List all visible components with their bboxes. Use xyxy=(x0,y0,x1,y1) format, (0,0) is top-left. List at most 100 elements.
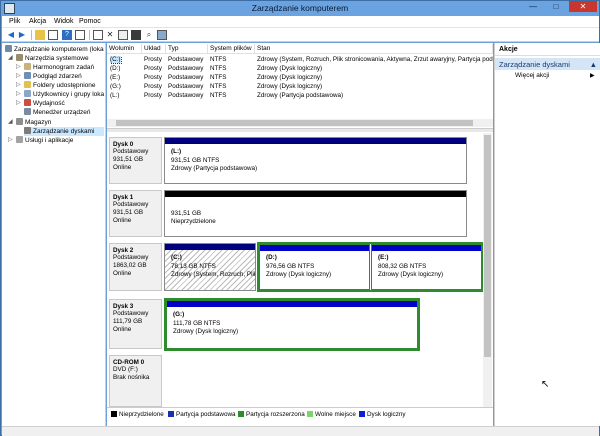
partition-unallocated[interactable]: 931,51 GB Nieprzydzielone xyxy=(164,190,467,237)
expand-icon[interactable]: ▷ xyxy=(16,63,21,72)
collapse-icon[interactable]: ◢ xyxy=(8,54,13,63)
disk-icon[interactable] xyxy=(118,30,128,40)
column-header-filesystem[interactable]: System plików xyxy=(208,44,255,54)
column-header-layout[interactable]: Układ xyxy=(142,44,166,54)
menu-action[interactable]: Akcja xyxy=(29,18,46,25)
submenu-arrow-icon[interactable]: ▶ xyxy=(590,72,595,79)
tree-item-system-tools[interactable]: Narzędzia systemowe xyxy=(16,54,89,63)
expand-icon[interactable]: ▷ xyxy=(16,81,21,90)
extended-partition[interactable]: (G:) 111,78 GB NTFS Zdrowy (Dysk logiczn… xyxy=(164,298,420,351)
volume-fs: NTFS xyxy=(210,74,227,81)
volume-list: Wolumin Układ Typ System plików Stan (C:… xyxy=(107,43,493,119)
disk-state: Online xyxy=(113,164,132,171)
volume-status: Zdrowy (Dysk logiczny) xyxy=(257,65,323,72)
partition-label: (C:) xyxy=(171,254,182,261)
legend-swatch xyxy=(307,411,313,417)
expand-icon[interactable]: ▷ xyxy=(16,99,21,108)
tree-item-performance[interactable]: Wydajność xyxy=(24,99,65,108)
partition-label: (G:) xyxy=(173,311,185,318)
disk-info-cdrom[interactable]: CD-ROM 0 DVD (F:) Brak nośnika xyxy=(109,355,162,407)
folder-icon[interactable] xyxy=(131,30,141,40)
delete-icon[interactable]: ✕ xyxy=(105,30,115,40)
clock-icon xyxy=(24,63,31,70)
toolbar-separator xyxy=(31,30,32,40)
extended-partition[interactable]: (D:) 976,56 GB NTFS Zdrowy (Dysk logiczn… xyxy=(257,242,484,292)
disk-view-vertical-scrollbar[interactable] xyxy=(483,133,492,407)
disk-type: Podstawowy xyxy=(113,148,149,155)
partition-status: Zdrowy (Dysk logiczny) xyxy=(266,271,332,278)
computer-icon xyxy=(5,45,12,52)
back-icon[interactable]: ◀ xyxy=(6,30,16,40)
maximize-button[interactable]: □ xyxy=(546,1,566,12)
volume-row[interactable]: (L:) Prosty Podstawowy NTFS Zdrowy (Part… xyxy=(107,92,493,100)
volume-fs: NTFS xyxy=(210,83,227,90)
expand-icon[interactable]: ▷ xyxy=(16,90,21,99)
partition-color-bar xyxy=(372,245,481,251)
tree-item-users-groups[interactable]: Użytkownicy i grupy loka xyxy=(24,90,104,99)
page-icon[interactable] xyxy=(93,30,103,40)
volume-name: (L:) xyxy=(110,92,120,99)
partition-label: (L:) xyxy=(171,148,182,155)
volume-row[interactable]: (G:) Prosty Podstawowy NTFS Zdrowy (Dysk… xyxy=(107,83,493,91)
tree-item-disk-management[interactable]: Zarządzanie dyskami xyxy=(24,127,104,136)
disk-info-0[interactable]: Dysk 0 Podstawowy 931,51 GB Online xyxy=(109,137,162,184)
collapse-icon[interactable]: ◢ xyxy=(8,118,13,127)
event-viewer-icon xyxy=(24,72,31,79)
pane-splitter[interactable] xyxy=(107,128,493,132)
disk-info-2[interactable]: Dysk 2 Podstawowy 1863,02 GB Online xyxy=(109,243,162,291)
expand-icon[interactable]: ▷ xyxy=(16,72,21,81)
legend-swatch xyxy=(238,411,244,417)
volume-row[interactable]: (E:) Prosty Podstawowy NTFS Zdrowy (Dysk… xyxy=(107,74,493,82)
disk-management-panel: Wolumin Układ Typ System plików Stan (C:… xyxy=(107,43,493,426)
tree-item-services-apps[interactable]: Usługi i aplikacje xyxy=(16,136,73,145)
volume-type: Podstawowy xyxy=(168,92,204,99)
view-icon[interactable] xyxy=(157,30,167,40)
scrollbar-thumb[interactable] xyxy=(484,135,491,357)
disk-type: Podstawowy xyxy=(113,254,149,261)
partition-label: (E:) xyxy=(378,254,389,261)
title-bar: Zarządzanie komputerem — □ ✕ xyxy=(1,1,599,16)
users-icon xyxy=(24,90,31,97)
services-icon xyxy=(16,136,23,143)
tree-item-event-viewer[interactable]: Podgląd zdarzeń xyxy=(24,72,82,81)
help-icon[interactable]: ? xyxy=(62,30,72,40)
volume-type: Podstawowy xyxy=(168,74,204,81)
tree-item-storage[interactable]: Magazyn xyxy=(16,118,51,127)
minimize-button[interactable]: — xyxy=(523,1,543,12)
scrollbar-thumb[interactable] xyxy=(116,120,473,126)
actions-section-disk-management[interactable]: Zarządzanie dyskami ▲ xyxy=(495,58,600,70)
up-folder-icon[interactable] xyxy=(35,30,45,40)
partition-status: Zdrowy (Dysk logiczny) xyxy=(378,271,444,278)
column-header-type[interactable]: Typ xyxy=(166,44,208,54)
close-button[interactable]: ✕ xyxy=(569,1,597,12)
tree-root[interactable]: Zarządzanie komputerem (loka xyxy=(5,45,104,54)
search-icon[interactable]: ⌕ xyxy=(144,30,154,40)
show-hide-tree-icon[interactable] xyxy=(48,30,58,40)
partition-c[interactable]: (C:) 78,13 GB NTFS Zdrowy (System, Rozru… xyxy=(164,243,256,291)
tree-item-task-scheduler[interactable]: Harmonogram zadań xyxy=(24,63,94,72)
collapse-up-icon[interactable]: ▲ xyxy=(590,60,597,69)
partition-l[interactable]: (L:) 931,51 GB NTFS Zdrowy (Partycja pod… xyxy=(164,137,467,184)
properties-icon[interactable] xyxy=(75,30,85,40)
partition-size: 78,13 GB NTFS xyxy=(171,263,216,270)
volume-list-horizontal-scrollbar[interactable] xyxy=(107,119,493,127)
menu-file[interactable]: Plik xyxy=(9,18,20,25)
partition-g[interactable]: (G:) 111,78 GB NTFS Zdrowy (Dysk logiczn… xyxy=(166,300,418,349)
partition-d[interactable]: (D:) 976,56 GB NTFS Zdrowy (Dysk logiczn… xyxy=(259,244,370,290)
disk-info-3[interactable]: Dysk 3 Podstawowy 111,79 GB Online xyxy=(109,299,162,349)
volume-row[interactable]: (D:) Prosty Podstawowy NTFS Zdrowy (Dysk… xyxy=(107,65,493,73)
toolbar: ◀ ▶ ? ✕ ⌕ xyxy=(2,28,599,42)
partition-size: 808,32 GB NTFS xyxy=(378,263,427,270)
forward-icon[interactable]: ▶ xyxy=(17,30,27,40)
tree-item-device-manager[interactable]: Menedżer urządzeń xyxy=(24,108,90,117)
more-actions-item[interactable]: Więcej akcji xyxy=(515,72,549,79)
menu-view[interactable]: Widok xyxy=(54,18,73,25)
disk-info-1[interactable]: Dysk 1 Podstawowy 931,51 GB Online xyxy=(109,190,162,237)
partition-e[interactable]: (E:) 808,32 GB NTFS Zdrowy (Dysk logiczn… xyxy=(371,244,482,290)
column-header-status[interactable]: Stan xyxy=(255,44,493,54)
volume-row[interactable]: (C:) Prosty Podstawowy NTFS Zdrowy (Syst… xyxy=(107,56,493,64)
menu-help[interactable]: Pomoc xyxy=(79,18,101,25)
tree-item-shared-folders[interactable]: Foldery udostępnione xyxy=(24,81,96,90)
expand-icon[interactable]: ▷ xyxy=(8,136,13,145)
column-header-volume[interactable]: Wolumin xyxy=(107,44,142,54)
